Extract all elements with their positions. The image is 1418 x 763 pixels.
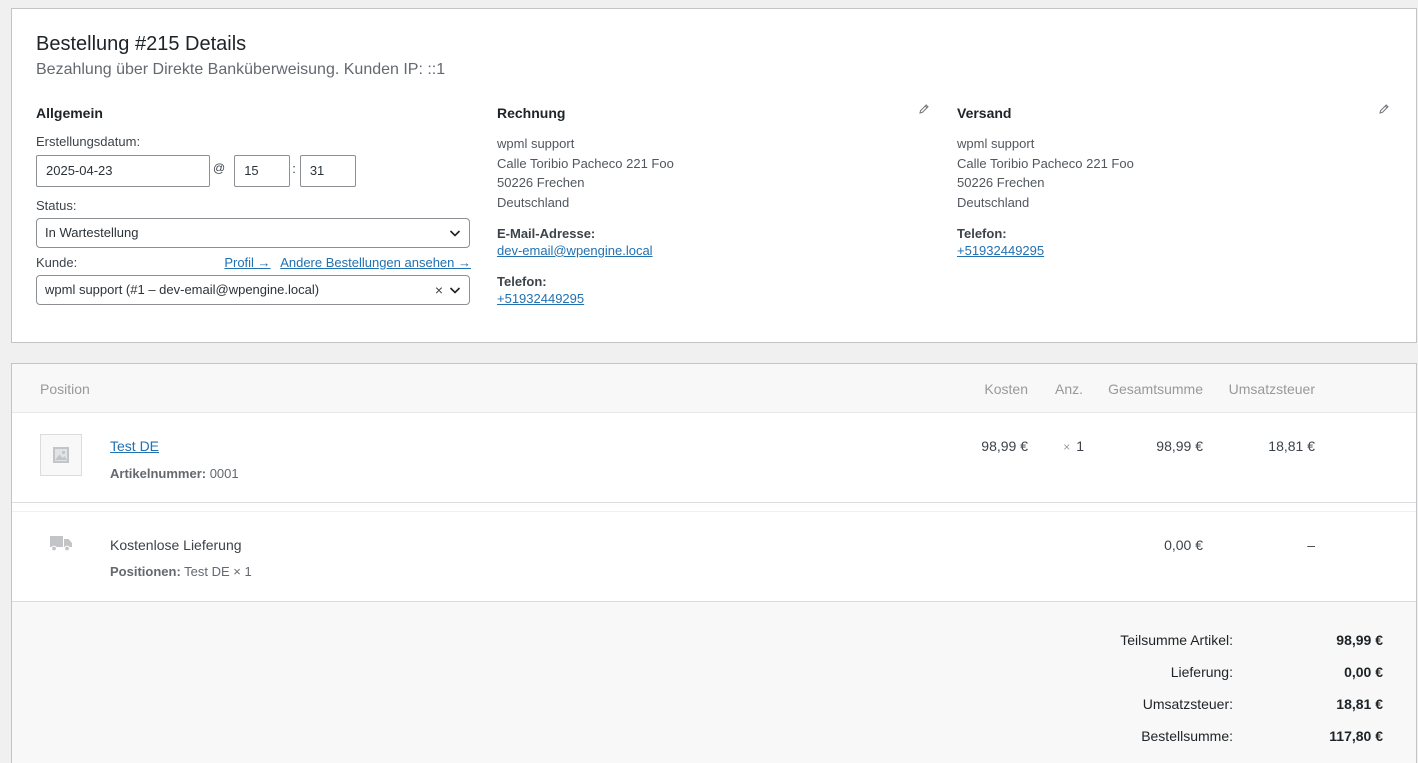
billing-street: Calle Toribio Pacheco 221 Foo bbox=[497, 155, 674, 171]
profile-link[interactable]: Profil → bbox=[224, 255, 270, 270]
general-heading: Allgemein bbox=[36, 105, 103, 121]
billing-country: Deutschland bbox=[497, 195, 570, 211]
header-qty: Anz. bbox=[1054, 381, 1083, 397]
shipping-total-value: 0,00 € bbox=[1344, 664, 1383, 680]
other-orders-link[interactable]: Andere Bestellungen ansehen → bbox=[280, 255, 471, 270]
shipping-items-label: Positionen: bbox=[110, 564, 181, 579]
header-cost: Kosten bbox=[984, 381, 1028, 397]
shipping-items: Positionen: Test DE × 1 bbox=[110, 564, 252, 579]
shipping-phone-label: Telefon: bbox=[957, 225, 1007, 241]
row-divider bbox=[12, 504, 1416, 512]
order-details-panel: Bestellung #215 Details Bezahlung über D… bbox=[11, 8, 1417, 343]
shipping-country: Deutschland bbox=[957, 195, 1030, 211]
table-row: Kostenlose Lieferung Positionen: Test DE… bbox=[12, 512, 1416, 602]
header-tax: Umsatzsteuer bbox=[1228, 381, 1315, 397]
general-section: Allgemein Erstellungsdatum: 2025-04-23 @… bbox=[36, 105, 471, 305]
at-sign: @ bbox=[213, 161, 226, 175]
order-totals: Teilsumme Artikel: 98,99 € Lieferung: 0,… bbox=[12, 602, 1416, 763]
billing-phone-label: Telefon: bbox=[497, 273, 547, 289]
date-row: 2025-04-23 @ 15 : 31 bbox=[36, 155, 471, 187]
shipping-name: wpml support bbox=[957, 136, 1035, 151]
tax-total-label: Umsatzsteuer: bbox=[1142, 696, 1233, 712]
shipping-method-name: Kostenlose Lieferung bbox=[110, 537, 242, 553]
billing-phone-link[interactable]: +51932449295 bbox=[497, 291, 584, 306]
shipping-heading: Versand bbox=[957, 105, 1012, 121]
edit-shipping-pencil-icon[interactable] bbox=[1378, 103, 1390, 115]
status-label: Status: bbox=[36, 198, 77, 213]
customer-label: Kunde: bbox=[36, 255, 78, 270]
order-hour-input[interactable]: 15 bbox=[234, 155, 291, 187]
shipping-phone-link[interactable]: +51932449295 bbox=[957, 243, 1044, 258]
shipping-items-value: Test DE × 1 bbox=[184, 564, 252, 579]
billing-email-label: E-Mail-Adresse: bbox=[497, 225, 596, 241]
product-total: 98,99 € bbox=[1156, 438, 1203, 454]
sku-label: Artikelnummer: bbox=[110, 466, 207, 481]
header-total: Gesamtsumme bbox=[1108, 381, 1203, 397]
shipping-street: Calle Toribio Pacheco 221 Foo bbox=[957, 155, 1134, 171]
customer-select[interactable]: wpml support (#1 – dev-email@wpengine.lo… bbox=[36, 275, 470, 305]
shipping-total-label: Lieferung: bbox=[1170, 664, 1233, 680]
billing-address: wpml support Calle Toribio Pacheco 221 F… bbox=[497, 134, 932, 213]
billing-section: Rechnung wpml support Calle Toribio Pach… bbox=[497, 105, 932, 309]
header-position: Position bbox=[40, 381, 90, 397]
billing-name: wpml support bbox=[497, 136, 575, 151]
order-total-value: 117,80 € bbox=[1329, 728, 1383, 744]
page-title: Bestellung #215 Details bbox=[36, 33, 247, 55]
subtotal-label: Teilsumme Artikel: bbox=[1120, 632, 1233, 648]
sku-value: 0001 bbox=[209, 466, 239, 481]
clear-customer-icon[interactable]: × bbox=[435, 276, 443, 304]
shipping-address: wpml support Calle Toribio Pacheco 221 F… bbox=[957, 134, 1392, 213]
items-table-header: Position Kosten Anz. Gesamtsumme Umsatzs… bbox=[12, 364, 1416, 413]
time-colon: : bbox=[292, 161, 296, 176]
status-value: In Wartestellung bbox=[45, 225, 139, 240]
shipping-total: 0,00 € bbox=[1164, 537, 1203, 553]
product-sku: Artikelnummer: 0001 bbox=[110, 466, 239, 481]
subtotal-value: 98,99 € bbox=[1336, 632, 1383, 648]
order-minute-input[interactable]: 31 bbox=[299, 155, 356, 187]
order-date-input[interactable]: 2025-04-23 bbox=[36, 155, 210, 187]
date-label: Erstellungsdatum: bbox=[36, 134, 141, 149]
billing-city: 50226 Frechen bbox=[497, 175, 585, 191]
tax-total-value: 18,81 € bbox=[1336, 696, 1383, 712]
chevron-down-icon bbox=[449, 287, 461, 294]
product-name-link[interactable]: Test DE bbox=[110, 438, 159, 454]
order-items-panel: Position Kosten Anz. Gesamtsumme Umsatzs… bbox=[11, 363, 1417, 763]
product-cost: 98,99 € bbox=[981, 438, 1028, 454]
order-total-label: Bestellsumme: bbox=[1141, 728, 1233, 744]
customer-row: Kunde: Profil → Andere Bestellungen anse… bbox=[36, 255, 471, 270]
billing-heading: Rechnung bbox=[497, 105, 566, 121]
shipping-section: Versand wpml support Calle Toribio Pache… bbox=[957, 105, 1392, 261]
payment-info: Bezahlung über Direkte Banküberweisung. … bbox=[36, 61, 446, 78]
product-tax: 18,81 € bbox=[1268, 438, 1315, 454]
edit-billing-pencil-icon[interactable] bbox=[918, 103, 930, 115]
table-row: Test DE Artikelnummer: 0001 98,99 € × 1 9… bbox=[12, 413, 1416, 503]
truck-icon bbox=[50, 536, 72, 552]
customer-value: wpml support (#1 – dev-email@wpengine.lo… bbox=[45, 282, 320, 297]
status-select[interactable]: In Wartestellung bbox=[36, 218, 470, 248]
billing-email-link[interactable]: dev-email@wpengine.local bbox=[497, 243, 653, 258]
product-qty: × 1 bbox=[1063, 438, 1084, 454]
customer-links: Profil → Andere Bestellungen ansehen → bbox=[218, 255, 471, 270]
qty-value: 1 bbox=[1076, 438, 1084, 454]
shipping-city: 50226 Frechen bbox=[957, 175, 1045, 191]
image-placeholder-icon bbox=[40, 434, 82, 476]
qty-prefix: × bbox=[1063, 440, 1071, 454]
shipping-tax: – bbox=[1307, 537, 1315, 553]
chevron-down-icon bbox=[449, 230, 461, 237]
